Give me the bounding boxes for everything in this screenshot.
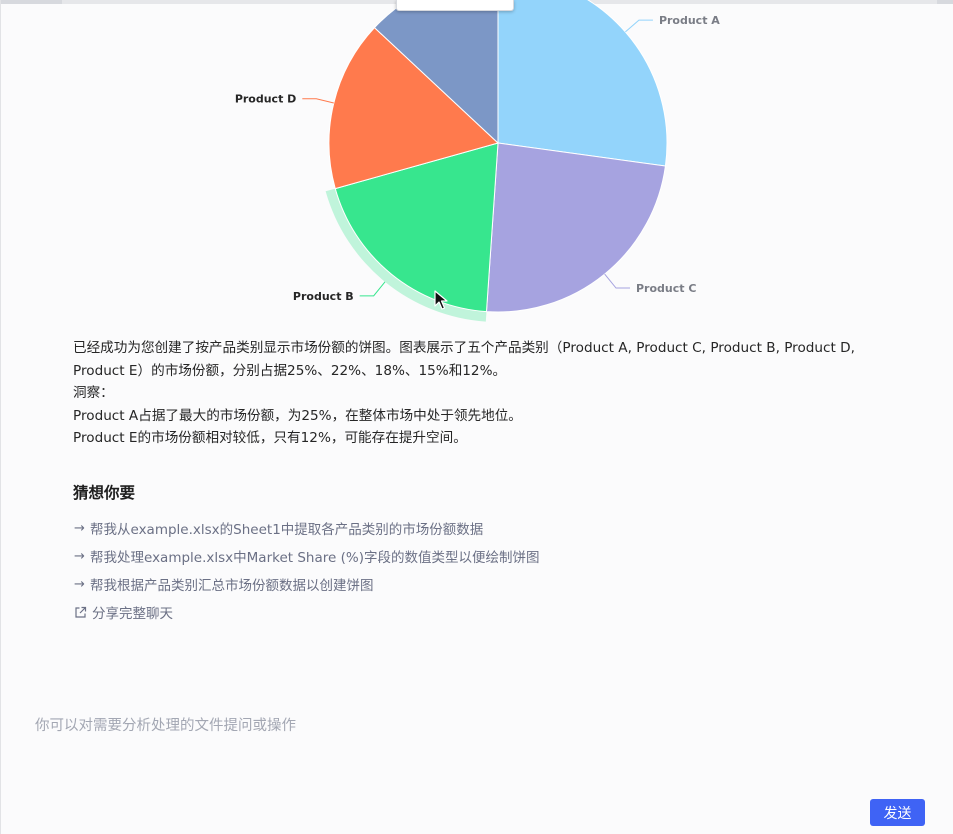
suggestion-text: 帮我根据产品类别汇总市场份额数据以创建饼图: [90, 578, 374, 594]
pie-label-line: [359, 281, 386, 297]
chat-input-area: 发送: [0, 692, 953, 834]
pie-chart-container: Product A Product C Product B Product D: [0, 0, 953, 330]
mouse-pointer-icon: [434, 290, 448, 310]
assistant-answer: 已经成功为您创建了按产品类别显示市场份额的饼图。图表展示了五个产品类别（Prod…: [73, 337, 903, 450]
arrow-right-icon: →: [74, 576, 85, 592]
pie-label: Product B: [293, 290, 354, 303]
suggestion-text: 帮我处理example.xlsx中Market Share (%)字段的数值类型…: [90, 550, 540, 566]
pie-label-line: [302, 98, 334, 104]
chart-tooltip: [396, 0, 514, 11]
pie-label-line: [604, 273, 631, 289]
send-button[interactable]: 发送: [870, 799, 925, 826]
answer-line: Product A占据了最大的市场份额，为25%，在整体市场中处于领先地位。: [73, 407, 522, 424]
answer-line: Product E的市场份额相对较低，只有12%，可能存在提升空间。: [73, 430, 467, 447]
share-chat-link[interactable]: 分享完整聊天: [74, 598, 539, 626]
suggestion-item[interactable]: → 帮我从example.xlsx的Sheet1中提取各产品类别的市场份额数据: [74, 514, 539, 542]
chat-input[interactable]: [33, 712, 917, 796]
pie-label: Product D: [235, 93, 297, 106]
suggestion-item[interactable]: → 帮我处理example.xlsx中Market Share (%)字段的数值…: [74, 542, 539, 570]
pie-slice[interactable]: [497, 0, 668, 167]
suggestions-list: → 帮我从example.xlsx的Sheet1中提取各产品类别的市场份额数据 …: [74, 514, 539, 626]
arrow-right-icon: →: [74, 520, 85, 536]
suggestion-text: 帮我从example.xlsx的Sheet1中提取各产品类别的市场份额数据: [90, 522, 484, 538]
pie-label: Product A: [659, 14, 720, 27]
pie-label: Product C: [636, 282, 696, 295]
external-link-icon: [75, 606, 87, 618]
pie-chart[interactable]: Product A Product C Product B Product D: [0, 0, 953, 330]
suggestions-title: 猜想你要: [73, 484, 136, 502]
answer-line: 已经成功为您创建了按产品类别显示市场份额的饼图。图表展示了五个产品类别（Prod…: [73, 340, 855, 356]
arrow-right-icon: →: [74, 548, 85, 564]
share-label: 分享完整聊天: [92, 606, 173, 622]
answer-line: Product E）的市场份额，分别占据25%、22%、18%、15%和12%。: [73, 362, 507, 379]
answer-line: 洞察：: [73, 385, 114, 402]
pie-label-line: [625, 19, 653, 33]
suggestion-item[interactable]: → 帮我根据产品类别汇总市场份额数据以创建饼图: [74, 570, 539, 598]
